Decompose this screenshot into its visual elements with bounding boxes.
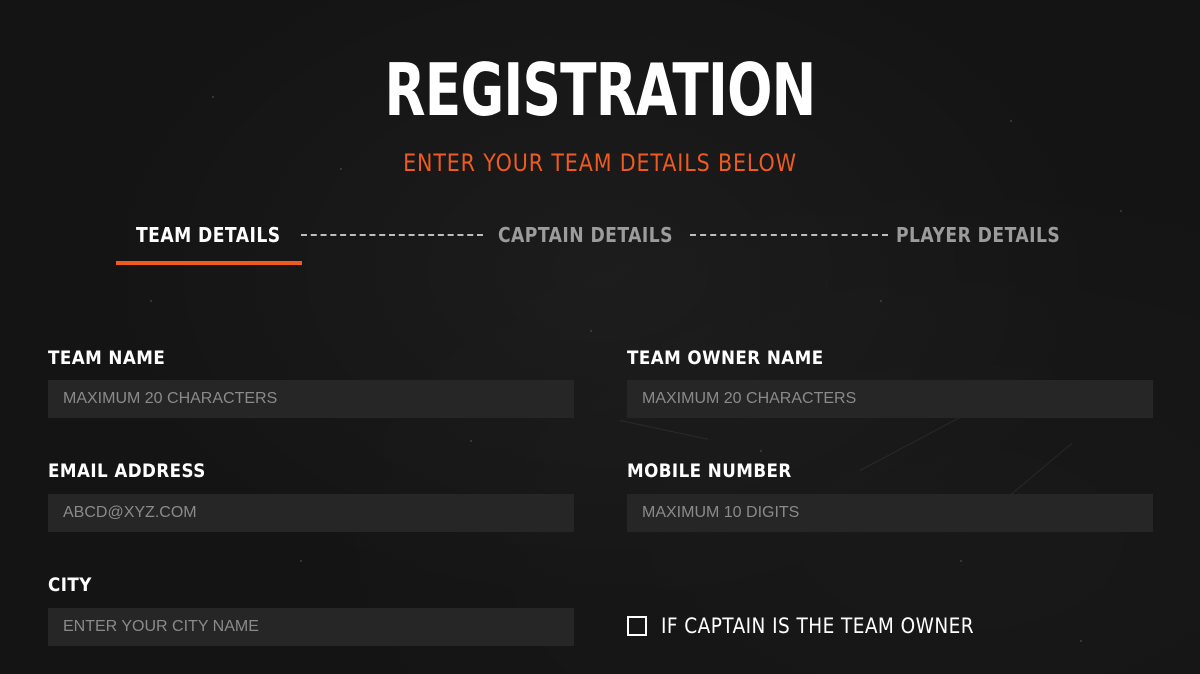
captain-is-owner-option[interactable]: IF CAPTAIN IS THE TEAM OWNER xyxy=(627,613,1017,639)
captain-is-owner-checkbox[interactable] xyxy=(627,616,647,636)
step-team-details[interactable]: TEAM DETAILS xyxy=(136,222,281,248)
email-label: EMAIL ADDRESS xyxy=(48,460,206,482)
city-label: CITY xyxy=(48,574,92,596)
step-player-details[interactable]: PLAYER DETAILS xyxy=(896,222,1060,248)
captain-is-owner-label: IF CAPTAIN IS THE TEAM OWNER xyxy=(661,614,974,638)
page-title: REGISTRATION xyxy=(384,48,816,132)
team-name-input[interactable] xyxy=(48,380,574,418)
city-input[interactable] xyxy=(48,608,574,646)
team-owner-name-input[interactable] xyxy=(627,380,1153,418)
page-subtitle: ENTER YOUR TEAM DETAILS BELOW xyxy=(403,149,797,177)
step-connector-1 xyxy=(301,234,483,236)
step-captain-details[interactable]: CAPTAIN DETAILS xyxy=(498,222,673,248)
team-owner-name-label: TEAM OWNER NAME xyxy=(627,347,824,369)
step-connector-2 xyxy=(690,234,888,236)
mobile-number-input[interactable] xyxy=(627,494,1153,532)
team-name-label: TEAM NAME xyxy=(48,347,166,369)
active-step-indicator xyxy=(116,261,302,265)
registration-page: REGISTRATION ENTER YOUR TEAM DETAILS BEL… xyxy=(0,0,1200,674)
email-input[interactable] xyxy=(48,494,574,532)
mobile-number-label: MOBILE NUMBER xyxy=(627,460,792,482)
